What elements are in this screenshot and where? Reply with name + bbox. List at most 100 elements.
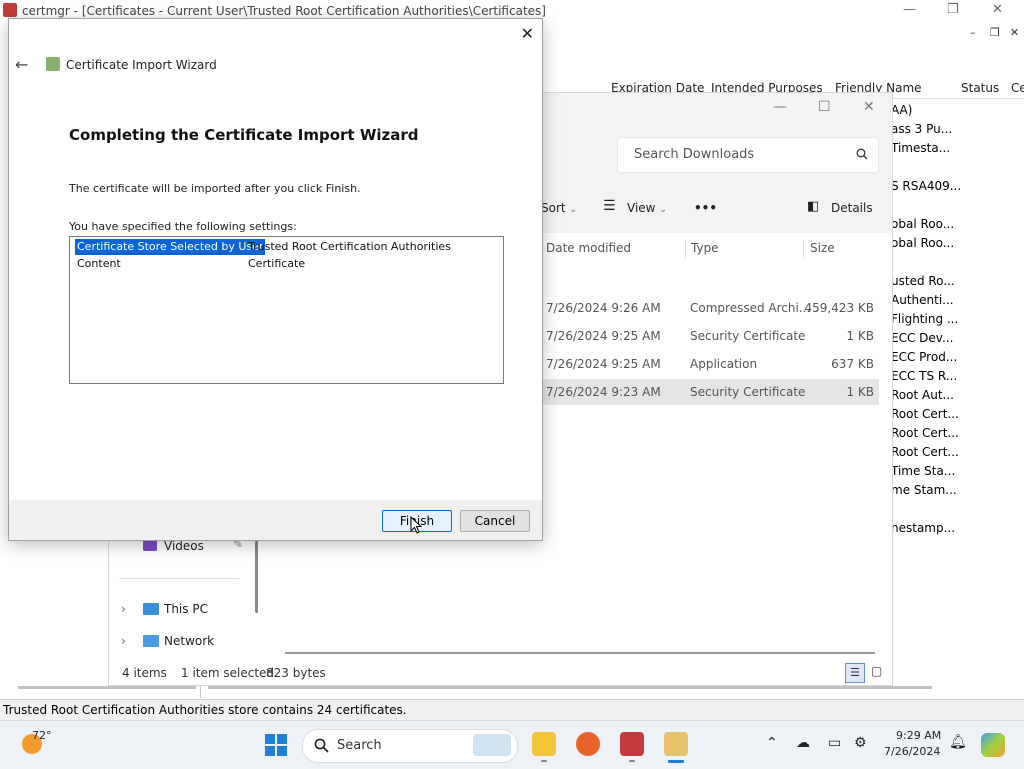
wizard-close-icon[interactable]: ✕ <box>521 24 534 43</box>
explorer-maximize-icon[interactable]: ☐ <box>818 99 831 115</box>
friendly-name-cell[interactable]: nestamp... <box>891 521 955 535</box>
friendly-name-cell[interactable]: usted Ro... <box>891 274 955 288</box>
file-date: 7/26/2024 9:23 AM <box>546 385 661 399</box>
friendly-name-cell[interactable]: me Stam... <box>891 483 957 497</box>
chevron-up-icon[interactable]: ⌃ <box>766 735 778 751</box>
weather-temp[interactable]: 72° <box>32 729 52 742</box>
network-status-icon[interactable]: ⚙ <box>854 735 867 751</box>
tiles-view-icon[interactable]: ▢ <box>871 664 882 678</box>
setting-key[interactable]: Content <box>77 256 121 272</box>
certmgr-title: certmgr - [Certificates - Current User\T… <box>22 4 546 18</box>
friendly-name-cell[interactable]: ECC TS R... <box>891 369 957 383</box>
certmgr-taskbar-icon[interactable] <box>620 732 644 756</box>
certificate-icon <box>46 57 60 71</box>
settings-list[interactable]: Certificate Store Selected by User Trust… <box>69 236 504 384</box>
file-row[interactable]: 7/26/2024 9:25 AM Application 637 KB <box>539 351 879 377</box>
friendly-name-cell[interactable]: Timesta... <box>891 141 950 155</box>
search-icon <box>856 148 868 160</box>
notification-bell-icon[interactable]: 🔔︎ <box>949 734 967 750</box>
taskbar-search[interactable]: Search <box>302 729 518 763</box>
active-indicator <box>668 760 684 763</box>
expand-chevron-icon[interactable]: › <box>121 634 126 648</box>
nav-this-pc[interactable]: This PC <box>164 602 208 616</box>
col-date-modified[interactable]: Date modified <box>546 241 631 255</box>
mdi-minimize-icon[interactable]: – <box>970 26 976 39</box>
mdi-close-icon[interactable]: ✕ <box>1010 26 1019 39</box>
friendly-name-cell[interactable]: ass 3 Pu... <box>891 122 952 136</box>
nav-videos[interactable]: Videos <box>164 539 204 553</box>
friendly-name-cell[interactable]: Root Cert... <box>891 407 959 421</box>
tree-scrollbar[interactable] <box>18 686 196 689</box>
running-indicator <box>629 760 635 762</box>
explorer-close-icon[interactable]: ✕ <box>863 99 875 115</box>
firefox-icon[interactable] <box>576 732 600 756</box>
item-count: 4 items <box>122 666 167 680</box>
col-size[interactable]: Size <box>810 241 835 255</box>
setting-value: Trusted Root Certification Authorities <box>248 240 451 253</box>
friendly-name-cell[interactable]: obal Roo... <box>891 217 954 231</box>
sort-label: Sort <box>541 201 566 215</box>
mdi-restore-icon[interactable]: ❐ <box>990 26 1000 39</box>
friendly-name-cell[interactable]: S RSA409... <box>891 179 961 193</box>
details-view-icon[interactable]: ☰ <box>845 663 865 683</box>
friendly-name-cell[interactable]: ECC Dev... <box>891 331 953 345</box>
view-button[interactable]: View ⌄ <box>627 201 667 215</box>
clock-date[interactable]: 7/26/2024 <box>884 745 940 758</box>
wizard-heading: Completing the Certificate Import Wizard <box>69 126 419 144</box>
file-explorer-icon[interactable] <box>532 732 556 756</box>
col-ce[interactable]: Ce <box>1011 81 1024 95</box>
chevron-down-icon: ⌄ <box>659 205 667 215</box>
friendly-name-cell[interactable]: Time Sta... <box>891 464 955 478</box>
clock-time[interactable]: 9:29 AM <box>896 729 941 742</box>
display-icon[interactable]: ▭ <box>828 735 841 751</box>
nav-network[interactable]: Network <box>164 634 214 648</box>
friendly-name-cell[interactable]: Root Aut... <box>891 388 954 402</box>
copilot-icon[interactable] <box>981 733 1005 757</box>
taskbar-search-label: Search <box>337 738 382 753</box>
file-row-selected[interactable]: 7/26/2024 9:23 AM Security Certificate 1… <box>539 379 879 405</box>
list-scrollbar[interactable] <box>208 686 932 689</box>
file-row[interactable]: 7/26/2024 9:25 AM Security Certificate 1… <box>539 323 879 349</box>
file-size: 1 KB <box>846 329 874 343</box>
expand-chevron-icon[interactable]: › <box>121 602 126 616</box>
back-arrow-icon[interactable]: ← <box>15 55 28 74</box>
windows-start-icon[interactable] <box>264 733 288 757</box>
details-button[interactable]: Details <box>831 201 873 215</box>
friendly-name-cell[interactable]: obal Roo... <box>891 236 954 250</box>
col-type[interactable]: Type <box>691 241 719 255</box>
onedrive-icon[interactable]: ☁ <box>796 735 810 751</box>
settings-label: You have specified the following setting… <box>69 220 297 233</box>
close-icon[interactable]: ✕ <box>992 2 1003 17</box>
view-label: View <box>627 201 656 215</box>
maximize-icon[interactable]: ❐ <box>947 2 959 17</box>
certificate-import-wizard: ✕ ← Certificate Import Wizard Completing… <box>8 18 543 541</box>
col-status[interactable]: Status <box>961 81 999 95</box>
friendly-name-cell[interactable]: Root Cert... <box>891 426 959 440</box>
details-pane-icon: ◧ <box>807 199 820 214</box>
file-date: 7/26/2024 9:25 AM <box>546 329 661 343</box>
friendly-name-cell[interactable]: AA) <box>891 103 912 117</box>
cancel-button[interactable]: Cancel <box>460 510 530 532</box>
friendly-name-cell[interactable]: Authenti... <box>891 293 954 307</box>
explorer-minimize-icon[interactable]: — <box>773 99 787 115</box>
minimize-icon[interactable]: — <box>903 2 916 17</box>
sort-button[interactable]: Sort ⌄ <box>541 201 577 215</box>
file-size: 459,423 KB <box>804 301 874 315</box>
friendly-name-cell[interactable]: Root Cert... <box>891 445 959 459</box>
search-downloads-input[interactable]: Search Downloads <box>617 137 879 173</box>
more-options-button[interactable]: ••• <box>694 201 717 215</box>
setting-key-selected[interactable]: Certificate Store Selected by User <box>75 239 266 255</box>
file-size: 637 KB <box>831 357 874 371</box>
this-pc-icon <box>143 603 159 615</box>
view-icon: ☰ <box>603 198 616 214</box>
nav-scrollbar[interactable] <box>255 533 258 613</box>
friendly-name-cell[interactable]: Flighting ... <box>891 312 958 326</box>
certificate-wizard-taskbar-icon[interactable] <box>664 732 688 756</box>
file-row[interactable]: 7/26/2024 9:26 AM Compressed Archi... 45… <box>539 295 879 321</box>
content-scrollbar[interactable] <box>285 652 875 654</box>
search-placeholder: Search Downloads <box>634 147 755 162</box>
wizard-info-text: The certificate will be imported after y… <box>69 182 361 195</box>
file-size: 1 KB <box>846 385 874 399</box>
wizard-title: Certificate Import Wizard <box>66 58 217 72</box>
friendly-name-cell[interactable]: ECC Prod... <box>891 350 957 364</box>
